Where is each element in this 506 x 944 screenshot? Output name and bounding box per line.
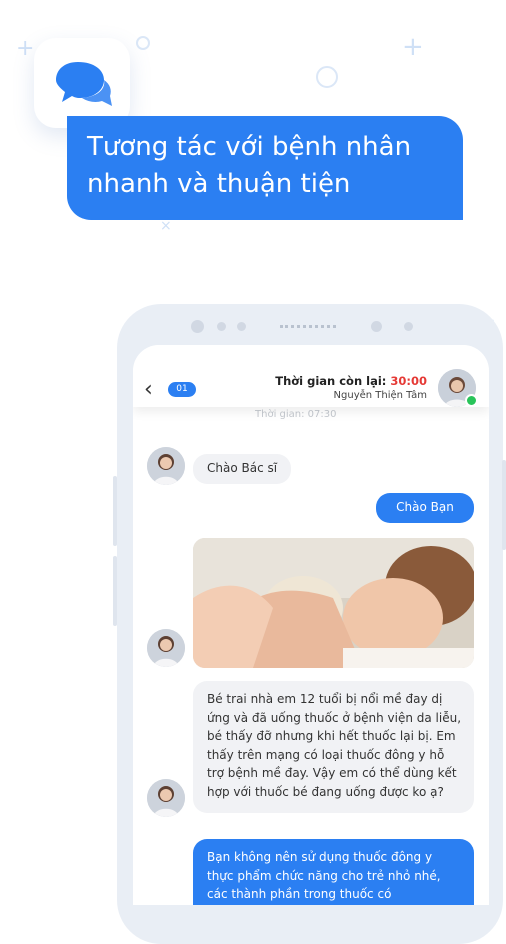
patient-avatar: [147, 629, 185, 667]
remaining-time: Thời gian còn lại: 30:00: [275, 374, 427, 388]
patient-avatar: [147, 779, 185, 817]
chat-header: ‹ 01 Thời gian còn lại: 30:00 Nguyễn Thi…: [133, 345, 489, 407]
sensor-dot: [237, 322, 246, 331]
person-avatar-icon: [147, 629, 185, 667]
speaker-grille: [280, 325, 336, 332]
front-camera: [191, 320, 204, 333]
person-avatar-icon: [147, 447, 185, 485]
sensor-dot: [217, 322, 226, 331]
timer-value: 30:00: [390, 374, 427, 388]
online-status-dot: [465, 394, 478, 407]
sparkle-decoration: +: [16, 36, 35, 61]
timer-label: Thời gian còn lại:: [275, 374, 391, 388]
incoming-message: Chào Bác sĩ: [193, 454, 292, 484]
outgoing-message: Chào Bạn: [376, 493, 474, 523]
sparkle-decoration: +: [402, 32, 424, 62]
person-avatar-icon: [147, 779, 185, 817]
ring-decoration: [316, 66, 338, 88]
incoming-message: Bé trai nhà em 12 tuổi bị nổi mề đay dị …: [193, 681, 474, 813]
phone-side-button: [113, 476, 117, 546]
chat-time-hint: Thời gian: 07:30: [255, 409, 337, 420]
chat-bubbles-icon: [56, 62, 112, 106]
sensor-dot: [371, 321, 382, 332]
patient-avatar: [147, 447, 185, 485]
hero-title-line1: Tương tác với bệnh nhân: [87, 132, 412, 162]
phone-side-button: [502, 460, 506, 550]
hero-banner: Tương tác với bệnh nhân nhanh và thuận t…: [67, 116, 463, 220]
sparkle-decoration: ×: [160, 218, 172, 234]
phone-side-button: [113, 556, 117, 626]
child-photo-image: [193, 538, 474, 668]
sensor-dot: [404, 322, 413, 331]
chat-screen: ‹ 01 Thời gian còn lại: 30:00 Nguyễn Thi…: [133, 345, 489, 905]
chevron-left-icon[interactable]: ‹: [144, 379, 153, 401]
hero-title-line2: nhanh và thuận tiện: [87, 169, 351, 199]
ring-decoration: [136, 36, 150, 50]
doctor-name: Nguyễn Thiện Tâm: [333, 390, 427, 401]
unread-count-badge: 01: [168, 382, 196, 397]
outgoing-message: Bạn không nên sử dụng thuốc đông y thực …: [193, 839, 474, 905]
photo-message[interactable]: [193, 538, 474, 668]
app-icon-badge: [34, 38, 130, 128]
